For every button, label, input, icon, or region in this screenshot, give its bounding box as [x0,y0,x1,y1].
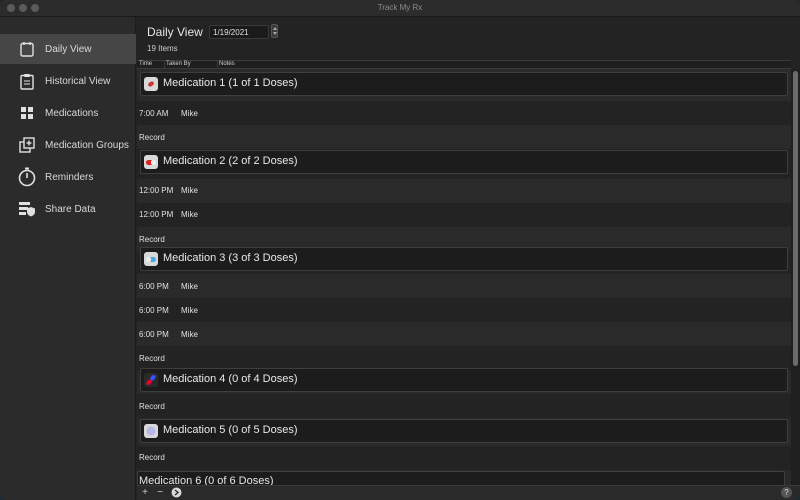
column-header-notes[interactable]: Notes [219,61,235,67]
medication-group-header[interactable]: Medication 2 (2 of 2 Doses) [140,150,788,174]
dose-time: 7:00 AM [139,109,169,118]
sidebar: Daily View Historical View Medications M… [0,17,136,500]
chevron-circle-icon [171,487,181,498]
group-add-icon [17,135,37,155]
table-row[interactable]: 12:00 PM Mike [137,179,791,203]
record-button[interactable]: Record [139,354,165,363]
table-row[interactable]: 6:00 PM Mike [137,298,791,322]
blue-capsule-icon [144,252,158,266]
sidebar-item-label: Medications [45,107,99,119]
clipboard-icon [17,71,37,91]
red-capsule-icon [144,155,158,169]
sidebar-item-label: Share Data [45,203,96,215]
stepper-down-icon [272,32,277,35]
table-row[interactable]: Record [137,125,791,149]
scrollbar-thumb[interactable] [793,71,798,366]
app-window: Track My Rx Daily View Historical View M… [0,0,800,500]
sidebar-item-reminders[interactable]: Reminders [0,162,136,192]
medication-group-name: Medication 5 (0 of 5 Doses) [163,424,298,436]
white-pill-icon [144,77,158,91]
medication-group-name: Medication 4 (0 of 4 Doses) [163,373,298,385]
record-button[interactable]: Record [139,235,165,244]
bottom-toolbar: + − ? [137,485,800,500]
dose-taken-by: Mike [181,306,198,315]
stopwatch-icon [17,167,37,187]
sidebar-item-share-data[interactable]: Share Data [0,194,136,224]
table-header: Time Taken By Notes [137,60,791,70]
dose-time: 12:00 PM [139,186,174,195]
medication-group-header[interactable]: Medication 5 (0 of 5 Doses) [140,419,788,443]
item-count: 19 Items [147,44,178,53]
table-row[interactable]: 12:00 PM Mike [137,203,791,227]
red-blue-capsule-icon [144,373,158,387]
medication-group-header[interactable]: Medication 4 (0 of 4 Doses) [140,368,788,392]
vertical-scrollbar[interactable] [791,69,800,487]
sidebar-item-historical-view[interactable]: Historical View [0,66,136,96]
grid-icon [17,103,37,123]
dose-time: 6:00 PM [139,282,169,291]
dose-time: 12:00 PM [139,210,174,219]
table-row[interactable]: Record [137,346,791,370]
column-header-time[interactable]: Time [139,61,152,67]
stepper-up-icon [272,27,277,30]
record-button[interactable]: Record [139,402,165,411]
dose-time: 6:00 PM [139,330,169,339]
medication-group-header[interactable]: Medication 1 (1 of 1 Doses) [140,72,788,96]
sidebar-item-medications[interactable]: Medications [0,98,136,128]
action-menu-button[interactable] [170,487,182,499]
dose-taken-by: Mike [181,330,198,339]
help-button[interactable]: ? [781,487,792,498]
date-picker[interactable]: 1/19/2021 [209,25,269,39]
round-tablet-icon [144,424,158,438]
share-shield-icon [17,199,37,219]
dose-time: 6:00 PM [139,306,169,315]
date-stepper[interactable] [271,24,278,38]
table-row[interactable]: Record [137,394,791,418]
table-row[interactable]: 6:00 PM Mike [137,274,791,298]
main-content: Daily View 1/19/2021 19 Items Time Taken… [137,17,800,500]
table-row[interactable]: Record [137,446,791,470]
page-title: Daily View [147,25,203,39]
sidebar-item-medication-groups[interactable]: Medication Groups [0,130,136,160]
add-button[interactable]: + [139,487,151,499]
sidebar-item-label: Medication Groups [45,139,129,151]
dose-taken-by: Mike [181,282,198,291]
table-row[interactable]: 6:00 PM Mike [137,322,791,346]
medication-group-name: Medication 1 (1 of 1 Doses) [163,77,298,89]
medication-group-header[interactable]: Medication 3 (3 of 3 Doses) [140,247,788,271]
sidebar-item-daily-view[interactable]: Daily View [0,34,136,64]
medication-group-name: Medication 3 (3 of 3 Doses) [163,252,298,264]
sidebar-item-label: Daily View [45,43,92,55]
table-row[interactable]: 7:00 AM Mike [137,101,791,125]
sidebar-item-label: Reminders [45,171,94,183]
medication-group-name: Medication 2 (2 of 2 Doses) [163,155,298,167]
record-button[interactable]: Record [139,453,165,462]
dose-taken-by: Mike [181,109,198,118]
remove-button[interactable]: − [154,487,166,499]
dose-taken-by: Mike [181,210,198,219]
sidebar-item-label: Historical View [45,75,111,87]
column-header-taken-by[interactable]: Taken By [166,61,191,67]
record-button[interactable]: Record [139,133,165,142]
window-title: Track My Rx [377,3,423,12]
title-bar: Track My Rx [0,0,800,17]
dose-taken-by: Mike [181,186,198,195]
dose-table: Medication 1 (1 of 1 Doses) 7:00 AM Mike… [137,69,791,487]
calendar-icon [17,39,37,59]
